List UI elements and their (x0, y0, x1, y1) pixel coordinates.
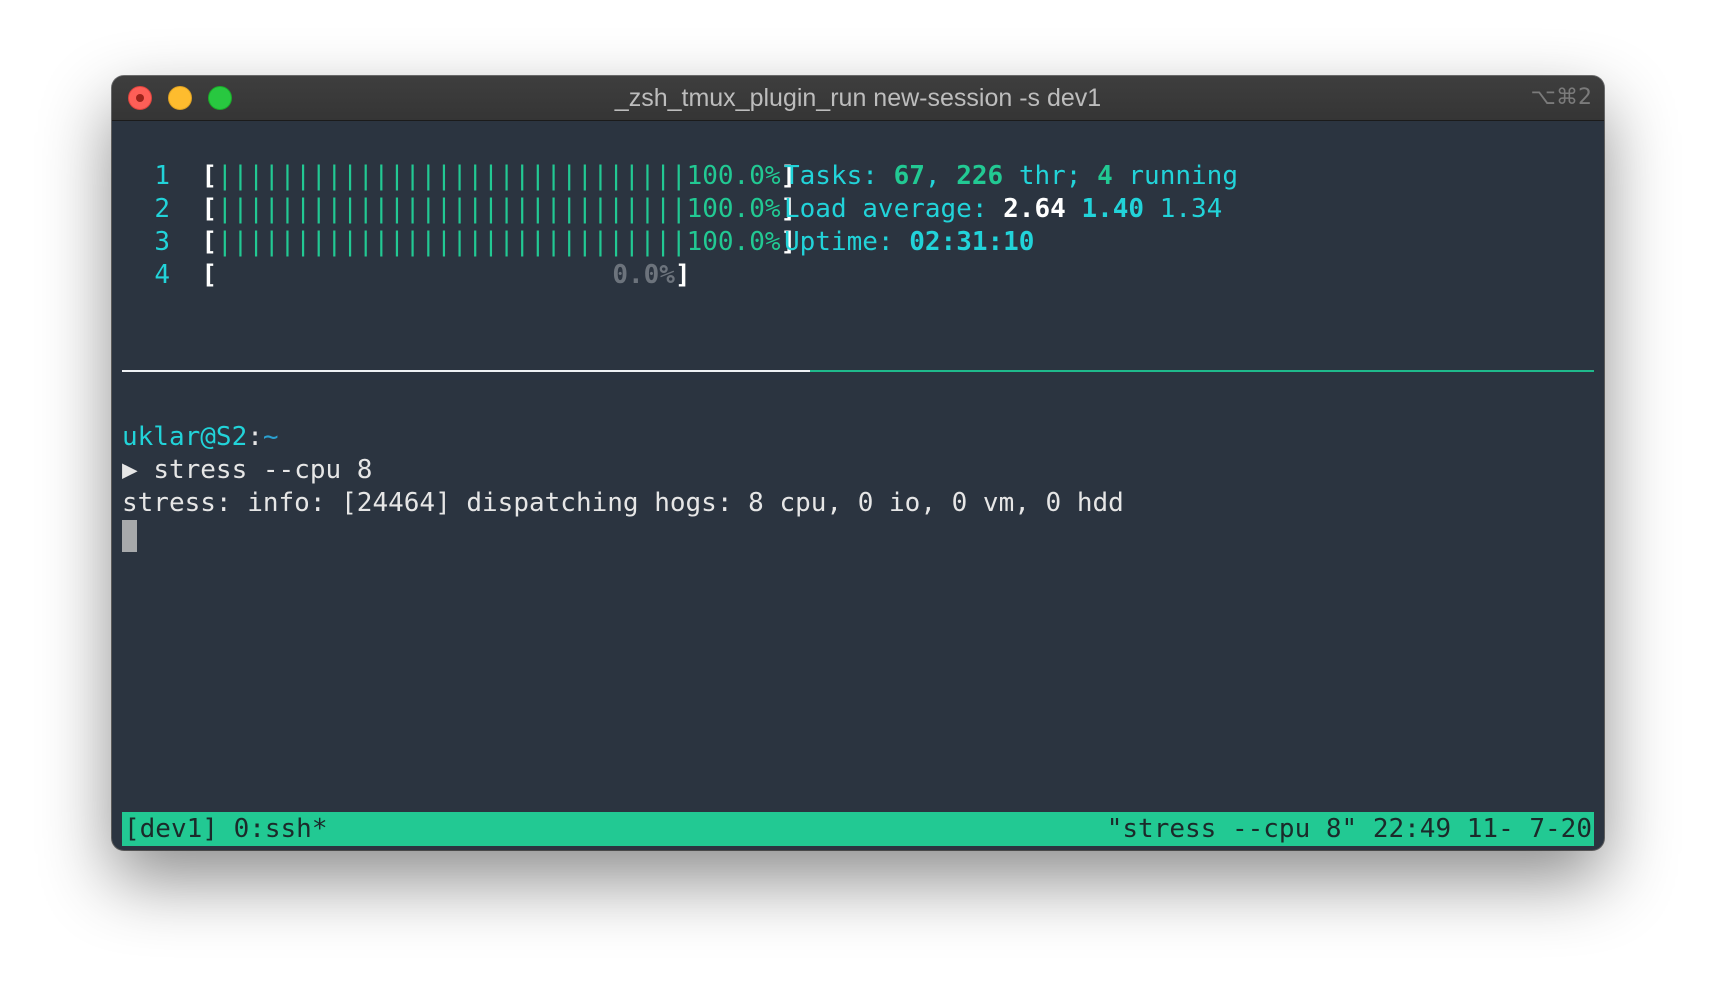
shell-prompt: uklar@S2:~ (122, 422, 279, 452)
cpu-usage-bar: |||||||||||||||||||||||||||||| (216, 227, 687, 257)
command-output: stress: info: [24464] dispatching hogs: … (122, 488, 1124, 518)
load-1min: 2.64 (1003, 194, 1066, 224)
load-average-line: Load average: 2.64 1.40 1.34 (784, 194, 1223, 224)
title-bar: _zsh_tmux_plugin_run new-session -s dev1… (112, 76, 1604, 121)
window-title: _zsh_tmux_plugin_run new-session -s dev1 (614, 84, 1102, 112)
prompt-user-host: uklar@S2 (122, 422, 248, 452)
window-shortcut: ⌥⌘2 (1530, 85, 1592, 110)
command-text: stress --cpu 8 (153, 455, 373, 485)
tasks-count: 67 (893, 161, 925, 191)
pane-divider[interactable] (122, 370, 810, 372)
cpu-percent: 100.0% (686, 227, 781, 257)
uptime-value: 02:31:10 (909, 227, 1035, 257)
terminal-pane[interactable]: 1 [||||||||||||||||||||||||||||||100.0%]… (122, 120, 1594, 850)
prompt-path: ~ (262, 422, 279, 452)
load-15min: 1.34 (1159, 194, 1223, 224)
command-line: ▶ stress --cpu 8 (122, 452, 372, 488)
cpu-usage-bar: |||||||||||||||||||||||||||||| (216, 161, 687, 191)
uptime-line: Uptime: 02:31:10 (784, 227, 1035, 257)
tasks-line: Tasks: 67, 226 thr; 4 running (784, 161, 1238, 191)
load-5min: 1.40 (1081, 194, 1145, 224)
cpu-percent: 100.0% (686, 194, 781, 224)
cpu-percent: 0.0% (612, 260, 675, 290)
cpu-meter-2: 2 [||||||||||||||||||||||||||||||100.0%] (122, 191, 796, 227)
cpu-number: 4 (154, 260, 170, 290)
cpu-number: 2 (154, 194, 170, 224)
terminal-window: _zsh_tmux_plugin_run new-session -s dev1… (112, 76, 1604, 850)
pane-divider-active[interactable] (810, 370, 1594, 372)
cpu-meter-3: 3 [||||||||||||||||||||||||||||||100.0%] (122, 224, 796, 260)
threads-count: 226 (956, 161, 1004, 191)
prompt-arrow-icon: ▶ (122, 455, 138, 485)
tmux-status-bar: [dev1] 0:ssh* "stress --cpu 8" 22:49 11-… (122, 812, 1594, 846)
cpu-meter-1: 1 [||||||||||||||||||||||||||||||100.0%] (122, 158, 796, 194)
cpu-percent: 100.0% (686, 161, 781, 191)
tmux-window-list[interactable]: [dev1] 0:ssh* (124, 812, 328, 846)
cpu-usage-bar: |||||||||||||||||||||||||||||| (216, 194, 687, 224)
text-cursor (122, 520, 137, 552)
running-count: 4 (1097, 161, 1113, 191)
tmux-status-right: "stress --cpu 8" 22:49 11- 7-20 (1106, 814, 1592, 844)
cpu-number: 1 (154, 161, 170, 191)
cpu-number: 3 (154, 227, 170, 257)
cpu-meter-4: 4 [0.0%] (122, 257, 690, 293)
